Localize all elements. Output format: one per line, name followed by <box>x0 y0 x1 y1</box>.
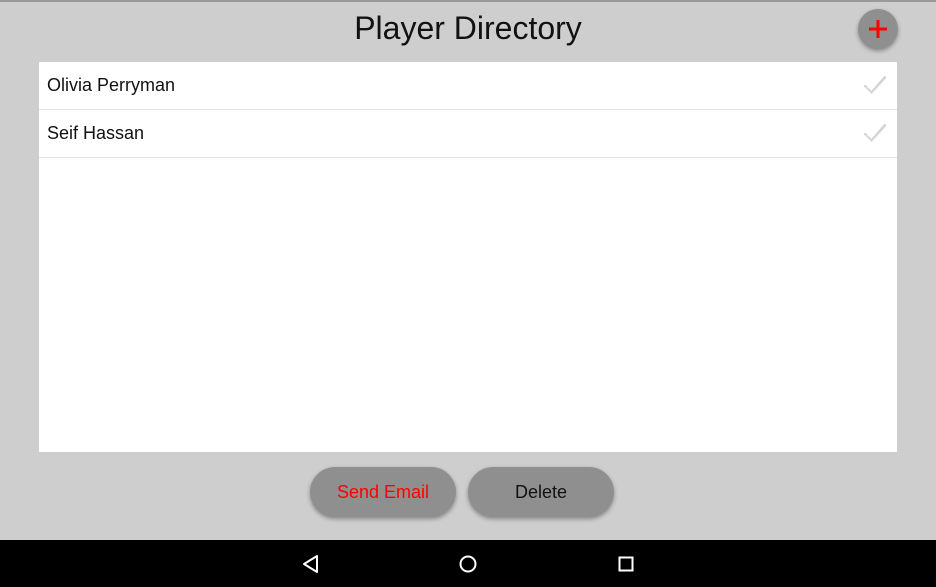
player-name: Olivia Perryman <box>47 75 176 95</box>
player-name: Seif Hassan <box>47 123 145 143</box>
plus-icon <box>867 18 889 40</box>
delete-button[interactable]: Delete <box>468 467 614 517</box>
send-email-label: Send Email <box>336 482 430 502</box>
top-edge-divider <box>0 0 936 2</box>
page-title: Player Directory <box>354 10 582 46</box>
list-item[interactable]: Olivia Perryman <box>39 62 897 110</box>
list-item[interactable]: Seif Hassan <box>39 110 897 158</box>
system-navigation-bar <box>0 540 936 587</box>
checkmark-icon[interactable] <box>863 122 887 144</box>
back-triangle-icon[interactable] <box>298 551 324 577</box>
home-circle-icon[interactable] <box>455 551 481 577</box>
send-email-button[interactable]: Send Email <box>310 467 456 517</box>
player-list: Olivia Perryman Seif Hassan <box>39 62 897 452</box>
add-player-button[interactable] <box>858 9 898 49</box>
delete-label: Delete <box>514 482 568 502</box>
recents-square-icon[interactable] <box>613 551 639 577</box>
app-screen: Player Directory Olivia Perryman Seif Ha… <box>0 0 936 587</box>
checkmark-icon[interactable] <box>863 74 887 96</box>
